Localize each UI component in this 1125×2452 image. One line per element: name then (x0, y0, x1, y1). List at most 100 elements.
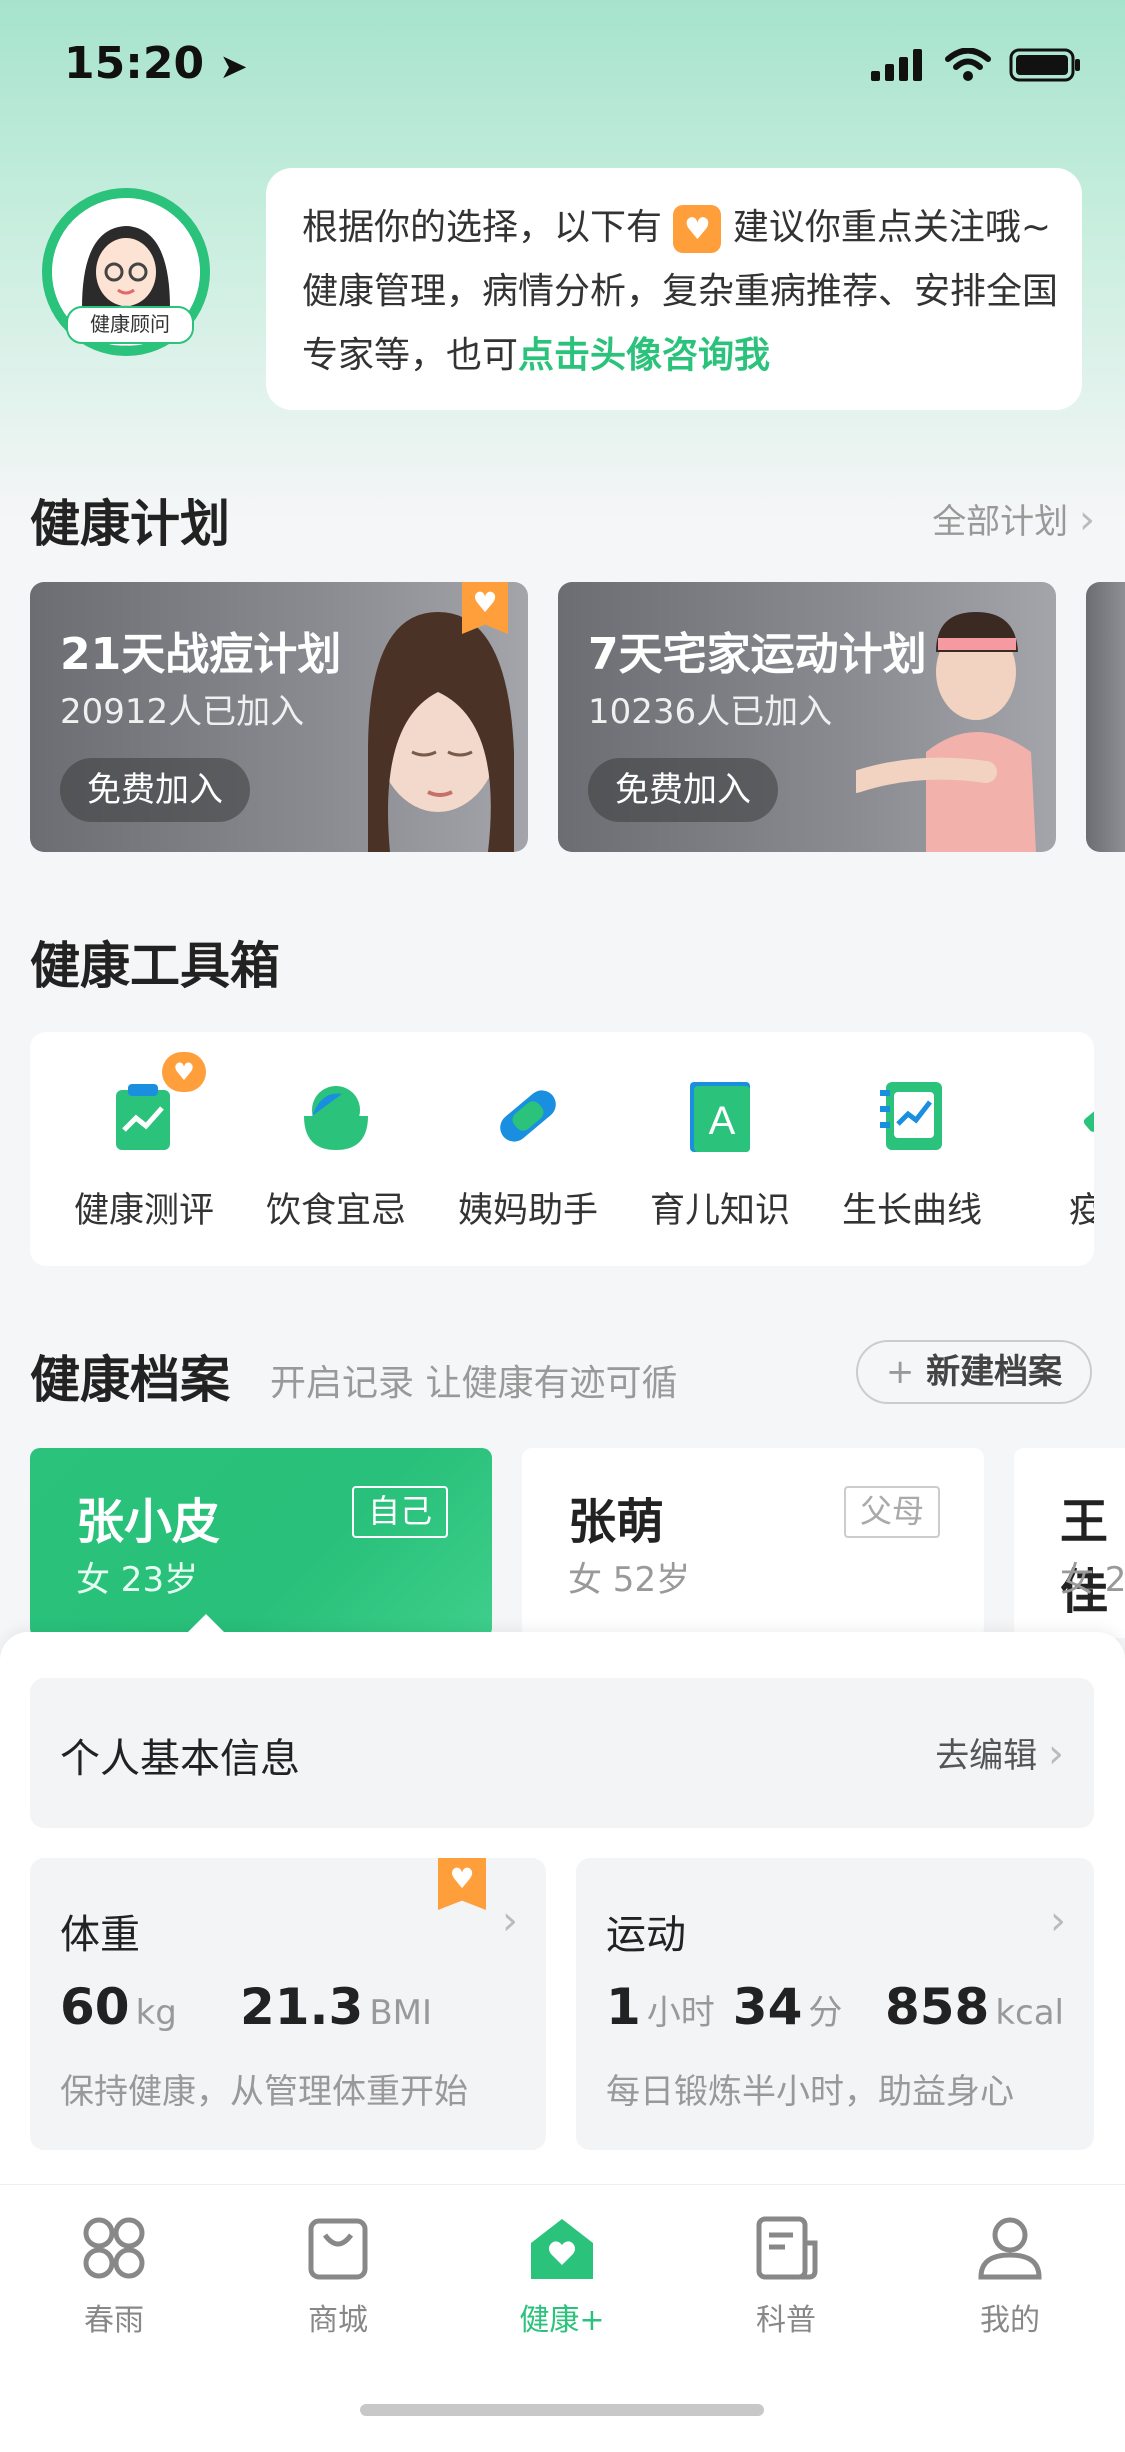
tab-bar: 春雨 商城 健康+ 科普 我的 (0, 2184, 1125, 2437)
weight-unit: kg (135, 1993, 177, 2033)
tab-mine[interactable]: 我的 (920, 2213, 1100, 2339)
profile-name: 张萌 (568, 1494, 665, 1550)
basic-info-label: 个人基本信息 (60, 1736, 300, 1782)
exercise-minutes: 34 (732, 1978, 803, 2036)
profile-tag: 父母 (843, 1486, 940, 1538)
minutes-unit: 分 (808, 1993, 843, 2033)
profile-info: 女 52岁 (568, 1560, 691, 1600)
join-free-button[interactable]: 免费加入 (588, 758, 778, 822)
weight-card[interactable]: ♥ 体重 › 60 kg 21.3 BMI 保持健康，从管理体重开始 (30, 1858, 546, 2150)
join-free-button[interactable]: 免费加入 (60, 758, 250, 822)
tool-label: 健康测评 (73, 1191, 214, 1231)
tab-label: 科普 (756, 2303, 816, 2338)
profile-card-parent[interactable]: 张萌 女 52岁 父母 (522, 1448, 984, 1638)
status-time-text: 15:20 (64, 38, 205, 89)
message-text-1: 根据你的选择，以下有 (302, 207, 663, 248)
plan-title: 21天战痘计划 (60, 629, 342, 680)
weight-value: 60 (60, 1978, 130, 2036)
grid-icon (83, 2217, 145, 2279)
selected-pointer (188, 1614, 224, 1632)
kcal-unit: kcal (995, 1993, 1064, 2033)
plan-card-home-exercise[interactable]: 7天宅家运动计划 10236人已加入 免费加入 (558, 582, 1056, 852)
growth-curve-icon (880, 1082, 942, 1150)
profile-card-self[interactable]: 张小皮 女 23岁 自己 (30, 1448, 492, 1638)
weight-title: 体重 (60, 1912, 140, 1958)
all-plans-link[interactable]: 全部计划 › (932, 494, 1095, 543)
heart-badge-icon: ♥ (162, 1052, 206, 1092)
weight-desc: 保持健康，从管理体重开始 (60, 2072, 468, 2112)
edit-link[interactable]: 去编辑 › (935, 1728, 1064, 1777)
parenting-book-icon: A (690, 1082, 750, 1152)
tab-label: 春雨 (84, 2303, 144, 2338)
exercise-values: 1 小时 34 分 (606, 1978, 860, 2036)
tool-label: 育儿知识 (649, 1191, 790, 1231)
tab-mall[interactable]: 商城 (248, 2213, 428, 2339)
bmi-value: 21.3 (239, 1978, 364, 2036)
archive-title: 健康档案 (30, 1351, 230, 1409)
diet-bowl-icon (304, 1086, 368, 1150)
tool-vaccine[interactable]: 疫苗 (1024, 1076, 1094, 1233)
edit-label: 去编辑 (935, 1736, 1038, 1776)
plan-card-acne[interactable]: ♥ 21天战痘计划 20912人已加入 免费加入 (30, 582, 528, 852)
plans-title: 健康计划 (30, 495, 230, 553)
status-time: 15:20 ➤ (64, 38, 248, 89)
profile-tag: 自己 (351, 1486, 448, 1538)
basic-info-row[interactable]: 个人基本信息 去编辑 › (30, 1678, 1094, 1828)
tool-parenting[interactable]: A 育儿知识 (640, 1076, 800, 1233)
plan-title: 7天宅家运动计划 (588, 629, 927, 680)
exercise-kcal: 858 kcal (885, 1978, 1064, 2036)
tab-health-plus[interactable]: 健康+ (472, 2213, 652, 2339)
wifi-icon (945, 48, 991, 81)
advisor-label: 健康顾问 (66, 306, 194, 344)
profile-card-partial[interactable]: 王佳 女 2 (1014, 1448, 1125, 1638)
plan-count: 10236人已加入 (588, 692, 833, 732)
chevron-right-icon: › (502, 1898, 518, 1944)
kcal-value: 858 (884, 1978, 990, 2036)
tab-label: 商城 (308, 2303, 368, 2338)
exercise-desc: 每日锻炼半小时，助益身心 (606, 2072, 1014, 2112)
chevron-right-icon: › (1050, 1898, 1066, 1944)
consult-link[interactable]: 点击头像咨询我 (518, 335, 770, 376)
battery-icon (1009, 48, 1080, 82)
toolbox-panel: ♥ 健康测评 饮食宜忌 姨妈助手 A 育儿知识 生长曲线 疫苗 (30, 1032, 1094, 1266)
tool-label: 饮食宜忌 (265, 1191, 406, 1231)
plus-icon: + (885, 1352, 915, 1392)
tool-label: 生长曲线 (841, 1191, 982, 1231)
article-icon (756, 2216, 818, 2280)
tool-health-assessment[interactable]: ♥ 健康测评 (64, 1052, 224, 1233)
status-icons (871, 48, 1081, 82)
bmi-unit: BMI (369, 1993, 433, 2033)
advisor-message: 根据你的选择，以下有 ♥ 建议你重点关注哦~ 健康管理，病情分析，复杂重病推荐、… (302, 196, 1062, 388)
tool-period-helper[interactable]: 姨妈助手 (448, 1076, 608, 1233)
exercise-card[interactable]: 运动 › 1 小时 34 分 858 kcal 每日锻炼半小时，助益身心 (576, 1858, 1094, 2150)
tool-diet[interactable]: 饮食宜忌 (256, 1076, 416, 1233)
profile-icon (978, 2217, 1042, 2280)
plan-card-partial[interactable] (1086, 582, 1125, 852)
archive-subtitle: 开启记录 让健康有迹可循 (270, 1363, 678, 1404)
period-helper-icon (500, 1090, 556, 1142)
tab-chunyu[interactable]: 春雨 (24, 2213, 204, 2339)
vaccine-icon (1083, 1090, 1094, 1132)
health-home-icon (531, 2219, 593, 2279)
chevron-right-icon: › (1048, 1731, 1064, 1777)
tab-science[interactable]: 科普 (696, 2213, 876, 2339)
exercise-hours: 1 (606, 1978, 641, 2036)
shopping-bag-icon (308, 2218, 368, 2280)
exercise-title: 运动 (606, 1912, 686, 1958)
hours-unit: 小时 (646, 1993, 715, 2033)
new-archive-button[interactable]: + 新建档案 (856, 1340, 1092, 1404)
tab-label: 我的 (980, 2303, 1040, 2338)
weight-values: 60 kg 21.3 BMI (60, 1978, 450, 2036)
tab-label: 健康+ (519, 2303, 605, 2338)
svg-text:A: A (709, 1099, 736, 1143)
home-indicator (360, 2404, 764, 2416)
cellular-signal-icon (871, 49, 922, 81)
profile-info: 女 2 (1060, 1560, 1125, 1600)
chevron-right-icon: › (1079, 497, 1095, 543)
all-plans-label: 全部计划 (932, 502, 1069, 542)
tool-growth-curve[interactable]: 生长曲线 (832, 1076, 992, 1233)
tool-label: 姨妈助手 (457, 1191, 598, 1231)
toolbox-title: 健康工具箱 (30, 937, 280, 995)
profile-info: 女 23岁 (76, 1560, 199, 1600)
heart-badge-icon: ♥ (673, 205, 722, 253)
